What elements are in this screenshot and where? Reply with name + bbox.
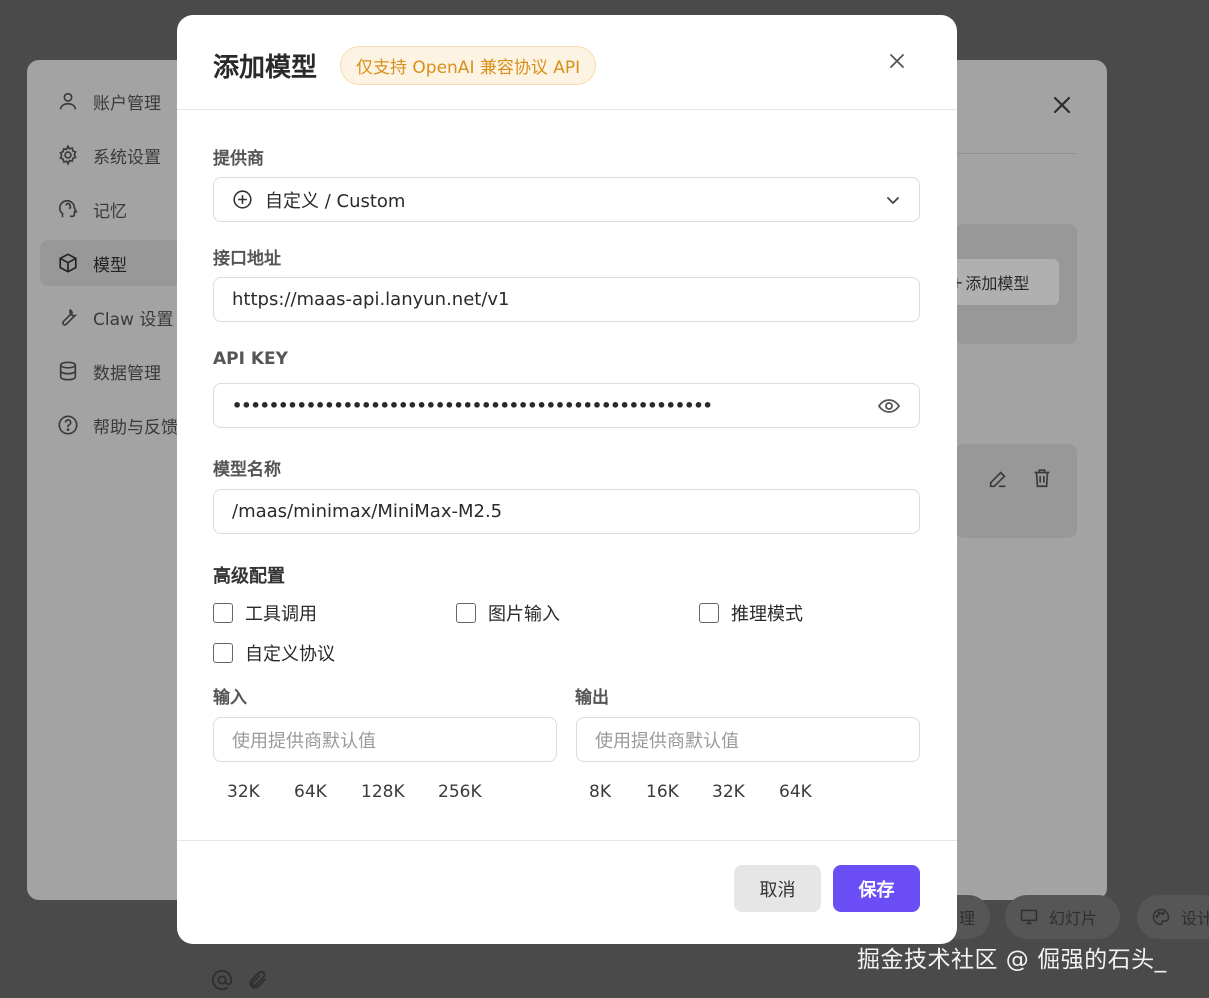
- sidebar-item-label: 账户管理: [93, 93, 161, 114]
- sidebar-item-label: 帮助与反馈: [93, 417, 178, 438]
- cube-icon: [59, 253, 77, 273]
- checkbox-reasoning-mode[interactable]: 推理模式: [699, 600, 803, 626]
- sidebar-item-help-feedback[interactable]: 帮助与反馈: [40, 402, 180, 448]
- endpoint-value: https://maas-api.lanyun.net/v1: [232, 289, 510, 310]
- provider-select[interactable]: 自定义 / Custom: [213, 177, 920, 222]
- dialog-title: 添加模型: [213, 53, 318, 83]
- sidebar-item-memory[interactable]: 记忆: [40, 186, 180, 232]
- settings-header-divider: [955, 153, 1076, 154]
- settings-close-icon[interactable]: [1052, 95, 1072, 115]
- sidebar-item-label: Claw 设置: [93, 309, 174, 330]
- output-tokens-label: 输出: [575, 688, 609, 708]
- provider-label: 提供商: [213, 149, 264, 169]
- preset-chip[interactable]: 32K: [712, 778, 779, 806]
- head-brain-icon: [58, 199, 78, 218]
- trash-icon[interactable]: [1031, 467, 1053, 489]
- model-name-label: 模型名称: [213, 460, 281, 480]
- model-name-value: /maas/minimax/MiniMax-M2.5: [232, 501, 503, 522]
- sidebar-item-data-management[interactable]: 数据管理: [40, 348, 180, 394]
- close-icon[interactable]: [889, 53, 905, 69]
- api-key-value: ••••••••••••••••••••••••••••••••••••••••…: [232, 396, 713, 415]
- eye-icon[interactable]: [877, 394, 901, 418]
- output-tokens-presets: 8K 16K 32K 64K: [589, 778, 812, 806]
- plus-circle-icon: [232, 189, 253, 210]
- preset-chip[interactable]: 32K: [227, 778, 294, 806]
- model-card: [955, 444, 1077, 538]
- preset-chip[interactable]: 8K: [589, 778, 646, 806]
- checkbox-box[interactable]: [456, 603, 476, 623]
- output-tokens-field[interactable]: 使用提供商默认值: [576, 717, 920, 762]
- sidebar-item-system-settings[interactable]: 系统设置: [40, 132, 180, 178]
- checkbox-tool-calling[interactable]: 工具调用: [213, 600, 456, 626]
- chevron-down-icon: [885, 192, 901, 208]
- sidebar-item-label: 系统设置: [93, 147, 161, 168]
- preset-chip[interactable]: 64K: [779, 778, 812, 806]
- model-name-input[interactable]: /maas/minimax/MiniMax-M2.5: [213, 489, 920, 534]
- help-circle-icon: [58, 415, 78, 435]
- save-button[interactable]: 保存: [833, 865, 920, 912]
- api-key-input[interactable]: ••••••••••••••••••••••••••••••••••••••••…: [213, 383, 920, 428]
- checkbox-image-input[interactable]: 图片输入: [456, 600, 699, 626]
- checkbox-custom-protocol[interactable]: 自定义协议: [213, 640, 335, 666]
- attachment-icon[interactable]: [247, 969, 269, 991]
- compatibility-badge: 仅支持 OpenAI 兼容协议 API: [340, 46, 597, 85]
- preset-chip[interactable]: 16K: [646, 778, 712, 806]
- add-model-dialog: 添加模型 仅支持 OpenAI 兼容协议 API 提供商 自定义 / Custo…: [177, 15, 957, 944]
- checkbox-box[interactable]: [213, 643, 233, 663]
- cancel-button[interactable]: 取消: [734, 865, 821, 912]
- edit-icon[interactable]: [987, 468, 1009, 490]
- endpoint-input[interactable]: https://maas-api.lanyun.net/v1: [213, 277, 920, 322]
- checkbox-box[interactable]: [699, 603, 719, 623]
- sidebar-item-label: 数据管理: [93, 363, 161, 384]
- sidebar-item-label: 记忆: [93, 201, 127, 222]
- palette-icon: [1152, 908, 1170, 926]
- preset-chip[interactable]: 64K: [294, 778, 361, 806]
- sidebar-item-label: 模型: [93, 255, 127, 276]
- advanced-config-label: 高级配置: [213, 566, 285, 587]
- sidebar-item-account[interactable]: 账户管理: [40, 78, 180, 124]
- advanced-options-row: 自定义协议: [213, 640, 335, 666]
- sidebar-item-models[interactable]: 模型: [40, 240, 180, 286]
- watermark: 掘金技术社区 @ 倔强的石头_: [857, 947, 1167, 973]
- sidebar-item-claw-settings[interactable]: Claw 设置: [40, 294, 180, 340]
- toolbar-pill-slides[interactable]: 幻灯片: [1005, 895, 1120, 939]
- advanced-options-row: 工具调用 图片输入 推理模式: [213, 600, 803, 626]
- api-key-label: API KEY: [213, 349, 288, 369]
- user-icon: [59, 92, 77, 110]
- checkbox-box[interactable]: [213, 603, 233, 623]
- monitor-icon: [1020, 909, 1038, 925]
- wrench-icon: [62, 308, 78, 326]
- mention-icon[interactable]: [211, 969, 233, 991]
- database-icon: [59, 361, 77, 381]
- dialog-footer-divider: [177, 840, 957, 841]
- input-tokens-label: 输入: [213, 688, 247, 708]
- input-tokens-presets: 32K 64K 128K 256K: [227, 778, 482, 806]
- endpoint-label: 接口地址: [213, 249, 281, 269]
- preset-chip[interactable]: 128K: [361, 778, 438, 806]
- gear-icon: [59, 144, 77, 166]
- dialog-header: 添加模型 仅支持 OpenAI 兼容协议 API: [177, 15, 957, 110]
- provider-value: 自定义 / Custom: [265, 190, 406, 212]
- preset-chip[interactable]: 256K: [438, 778, 482, 806]
- input-tokens-field[interactable]: 使用提供商默认值: [213, 717, 557, 762]
- toolbar-pill-design[interactable]: 设计: [1137, 895, 1209, 939]
